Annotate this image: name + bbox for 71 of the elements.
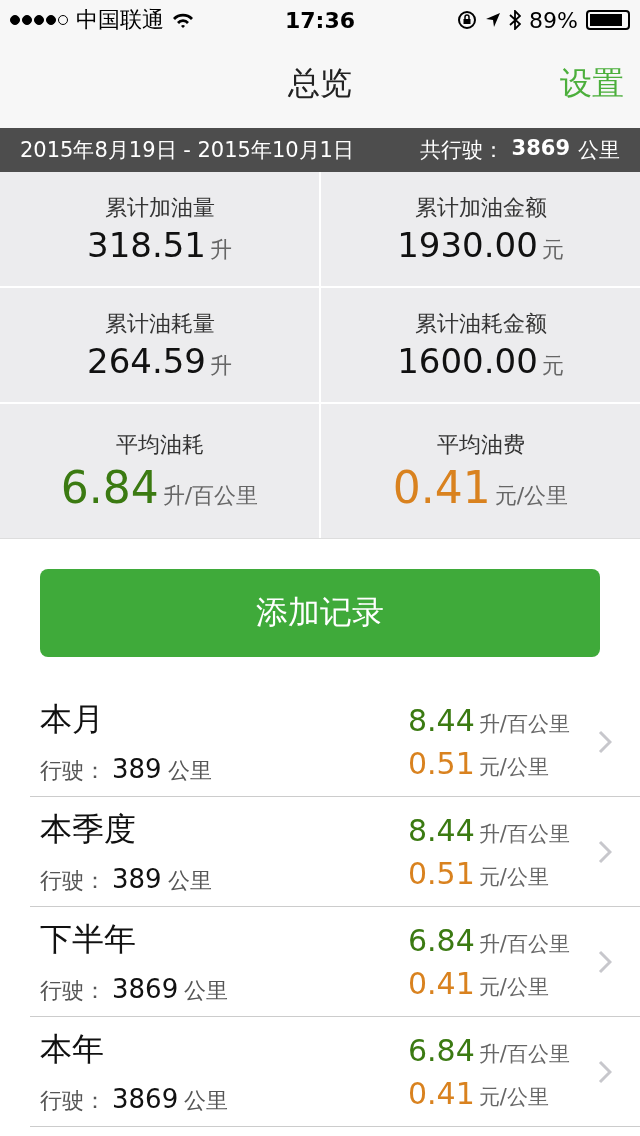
carrier-name: 中国联通	[76, 6, 164, 34]
distance-value: 3869	[112, 973, 179, 1004]
distance-value: 389	[112, 863, 162, 894]
cost-value: 0.41	[408, 1075, 475, 1111]
distance-value: 3869	[112, 1083, 179, 1114]
stat-value: 318.51	[87, 225, 206, 265]
stat-label: 平均油费	[436, 430, 525, 459]
chevron-icon	[598, 729, 612, 754]
distance-value: 3869	[511, 136, 570, 162]
stat-unit: 升	[210, 236, 232, 264]
consumption-unit: 升/百公里	[478, 710, 570, 738]
consumption-value: 6.84	[408, 922, 475, 958]
distance-label: 行驶：	[40, 1086, 106, 1115]
stat-value: 264.59	[87, 341, 206, 381]
chevron-icon	[598, 1059, 612, 1084]
stat-label: 累计加油金额	[414, 194, 547, 222]
cost-unit: 元/公里	[478, 1083, 549, 1111]
consumption-unit: 升/百公里	[478, 930, 570, 958]
distance-unit: 公里	[167, 756, 212, 785]
distance-unit: 公里	[578, 137, 620, 164]
consumption-value: 8.44	[408, 812, 475, 848]
distance-unit: 公里	[167, 866, 212, 895]
period-row[interactable]: 本季度 行驶： 389 公里 8.44 升/百公里 0.51 元/公里	[30, 797, 640, 907]
location-arrow-icon	[485, 12, 502, 28]
cost-value: 0.51	[408, 745, 475, 781]
battery-percent: 89%	[529, 7, 578, 33]
stat-label: 平均油耗	[115, 430, 204, 459]
distance-unit: 公里	[184, 1086, 229, 1115]
stat-label: 累计加油量	[104, 194, 215, 222]
cost-unit: 元/公里	[478, 973, 549, 1001]
stat-unit: 元	[541, 352, 564, 380]
cost-unit: 元/公里	[478, 863, 549, 891]
stat-unit: 升	[210, 352, 232, 380]
stat-label: 累计油耗金额	[414, 310, 547, 338]
distance-label: 行驶：	[40, 756, 106, 785]
distance-unit: 公里	[184, 976, 229, 1005]
cost-value: 0.51	[408, 855, 475, 891]
rotation-lock-icon	[457, 10, 478, 30]
bluetooth-icon	[509, 10, 522, 30]
battery-icon	[586, 10, 630, 30]
distance-value: 389	[112, 753, 162, 784]
stat-label: 累计油耗量	[104, 310, 215, 338]
chevron-icon	[598, 949, 612, 974]
stat-value: 1930.00	[397, 225, 538, 265]
period-row[interactable]: 本月 行驶： 389 公里 8.44 升/百公里 0.51 元/公里	[30, 687, 640, 797]
stat-unit: 元/公里	[494, 481, 569, 510]
cost-value: 0.41	[408, 965, 475, 1001]
consumption-value: 8.44	[408, 702, 475, 738]
page-title: 总览	[288, 63, 352, 104]
period-name: 本季度	[40, 808, 137, 850]
stat-value: 1600.00	[397, 341, 538, 381]
consumption-value: 6.84	[408, 1032, 475, 1068]
period-name: 本月	[40, 698, 105, 740]
clock-time: 17:36	[285, 7, 355, 33]
period-name: 本年	[40, 1028, 105, 1070]
stat-value: 0.41	[392, 461, 491, 513]
stat-unit: 升/百公里	[162, 481, 259, 510]
cost-unit: 元/公里	[478, 753, 549, 781]
consumption-unit: 升/百公里	[478, 820, 570, 848]
distance-label: 共行驶：	[419, 137, 504, 164]
chevron-icon	[598, 839, 612, 864]
wifi-icon	[172, 12, 194, 28]
distance-label: 行驶：	[40, 976, 106, 1005]
distance-label: 行驶：	[40, 866, 106, 895]
period-row[interactable]: 下半年 行驶： 3869 公里 6.84 升/百公里 0.41 元/公里	[30, 907, 640, 1017]
stat-value: 6.84	[60, 461, 159, 513]
consumption-unit: 升/百公里	[478, 1040, 570, 1068]
stat-unit: 元	[541, 236, 564, 264]
date-range: 2015年8月19日 - 2015年10月1日	[20, 137, 354, 164]
period-row[interactable]: 本年 行驶： 3869 公里 6.84 升/百公里 0.41 元/公里	[30, 1017, 640, 1127]
period-name: 下半年	[40, 918, 137, 960]
